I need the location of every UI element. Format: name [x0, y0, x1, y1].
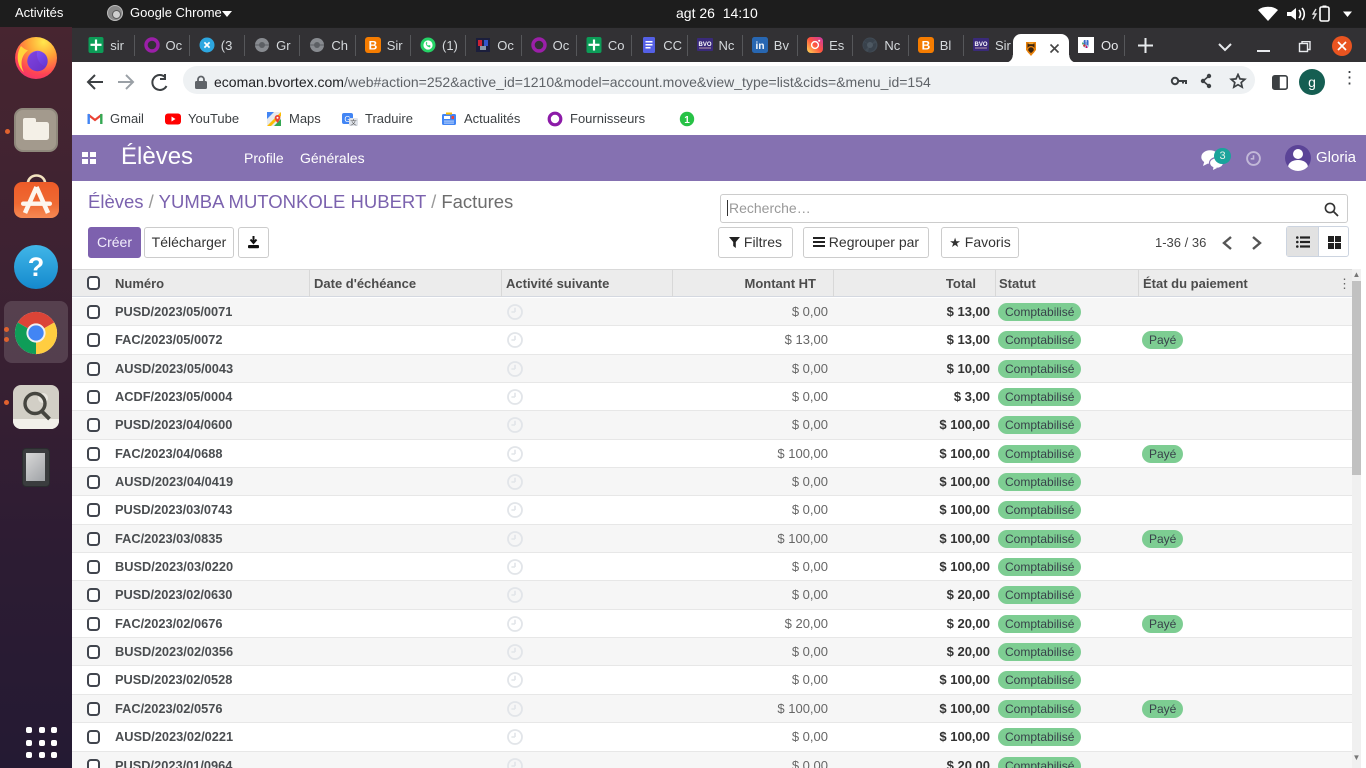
svg-text:BVO: BVO: [974, 42, 987, 48]
svg-text:B: B: [368, 39, 377, 53]
svg-text:1: 1: [684, 115, 690, 126]
svg-text:B: B: [921, 39, 930, 53]
svg-text:文: 文: [350, 118, 357, 127]
svg-text:in: in: [755, 41, 764, 52]
svg-text:BVO: BVO: [698, 42, 711, 48]
